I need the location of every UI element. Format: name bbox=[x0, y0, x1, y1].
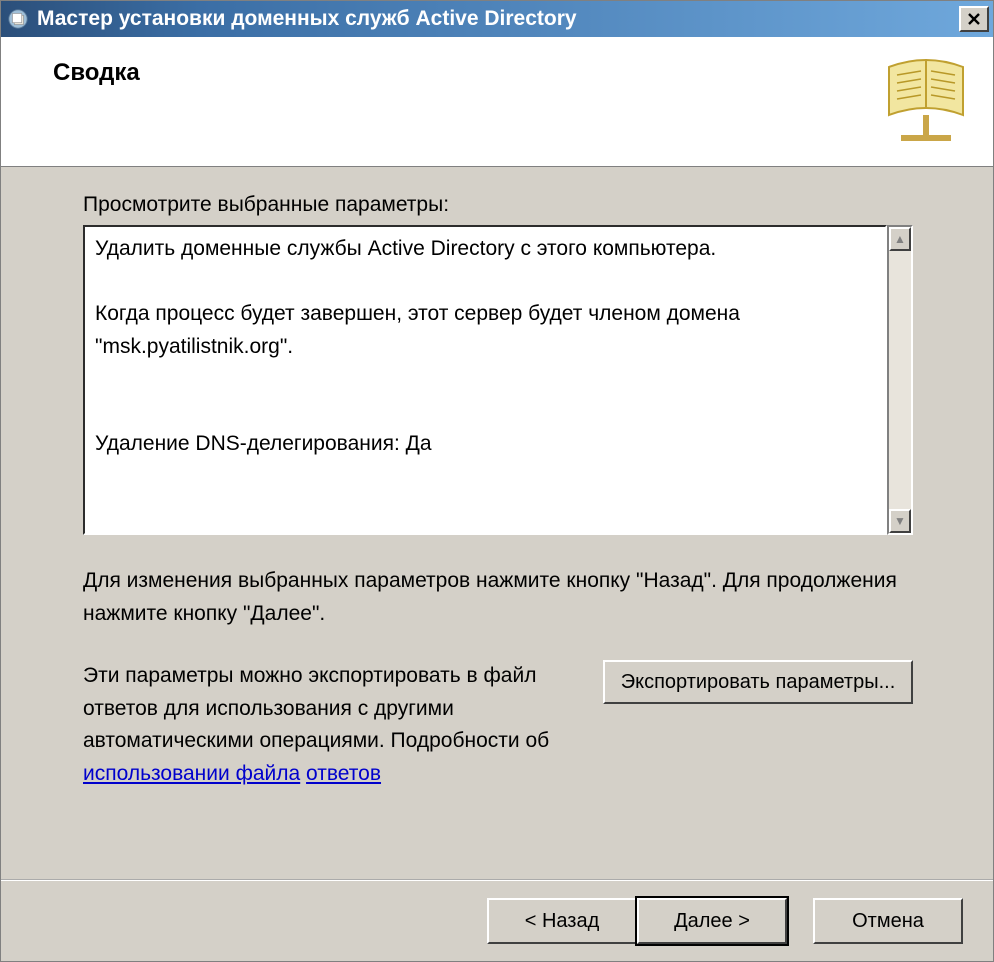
navigation-hint: Для изменения выбранных параметров нажми… bbox=[83, 565, 903, 630]
window-title: Мастер установки доменных служб Active D… bbox=[37, 7, 959, 31]
summary-textbox[interactable]: Удалить доменные службы Active Directory… bbox=[83, 225, 887, 535]
chevron-up-icon: ▲ bbox=[894, 232, 906, 246]
export-row: Эти параметры можно экспортировать в фай… bbox=[83, 660, 913, 790]
scroll-up-button[interactable]: ▲ bbox=[889, 227, 911, 251]
export-text-prefix: Эти параметры можно экспортировать в фай… bbox=[83, 664, 549, 752]
export-settings-button[interactable]: Экспортировать параметры... bbox=[603, 660, 913, 704]
chevron-down-icon: ▼ bbox=[894, 514, 906, 528]
back-button[interactable]: < Назад bbox=[487, 898, 637, 944]
export-description: Эти параметры можно экспортировать в фай… bbox=[83, 660, 553, 790]
scroll-down-button[interactable]: ▼ bbox=[889, 509, 911, 533]
wizard-body: Просмотрите выбранные параметры: Удалить… bbox=[1, 167, 993, 879]
answer-file-link-2[interactable]: ответов bbox=[306, 762, 381, 785]
close-icon bbox=[967, 12, 981, 26]
close-button[interactable] bbox=[959, 6, 989, 32]
cancel-button[interactable]: Отмена bbox=[813, 898, 963, 944]
wizard-button-bar: < Назад Далее > Отмена bbox=[1, 879, 993, 961]
instruction-label: Просмотрите выбранные параметры: bbox=[83, 193, 953, 217]
app-icon bbox=[7, 8, 29, 30]
summary-scrollbar[interactable]: ▲ ▼ bbox=[887, 225, 913, 535]
page-title: Сводка bbox=[53, 59, 140, 87]
wizard-window: Мастер установки доменных служб Active D… bbox=[0, 0, 994, 962]
wizard-header: Сводка bbox=[1, 37, 993, 167]
answer-file-link[interactable]: использовании файла bbox=[83, 762, 300, 785]
summary-container: Удалить доменные службы Active Directory… bbox=[83, 225, 913, 535]
titlebar[interactable]: Мастер установки доменных служб Active D… bbox=[1, 1, 993, 37]
book-icon bbox=[871, 45, 981, 155]
next-button[interactable]: Далее > bbox=[637, 898, 787, 944]
